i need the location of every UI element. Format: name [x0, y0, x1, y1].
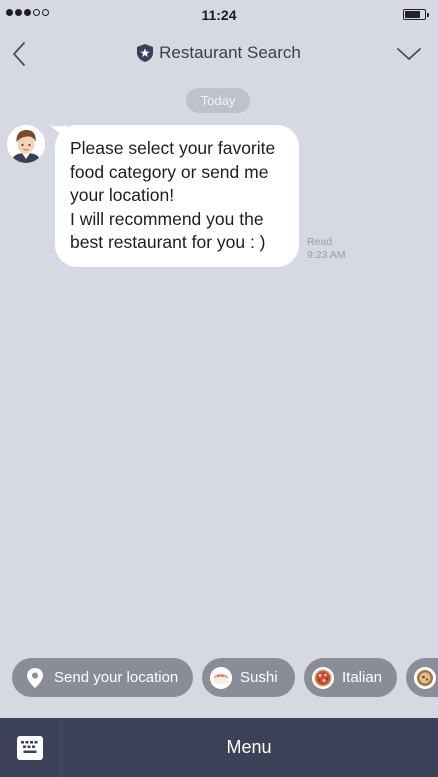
- status-bar: 11:24: [0, 0, 438, 30]
- quick-reply-bar: Send your location Sushi Italian: [0, 658, 438, 698]
- navigation-bar: Restaurant Search: [0, 30, 438, 78]
- menu-button[interactable]: Menu: [60, 718, 438, 777]
- chip-label: Sushi: [240, 669, 278, 686]
- message-time: 9:23 AM: [307, 249, 346, 261]
- italian-button[interactable]: Italian: [304, 658, 397, 697]
- message-status: Read 9:23 AM: [307, 236, 346, 262]
- date-separator: Today: [186, 88, 250, 113]
- location-pin-icon: [24, 667, 46, 689]
- read-label: Read: [307, 236, 333, 248]
- chip-label: Italian: [342, 669, 383, 686]
- shield-star-icon: [137, 44, 154, 62]
- chip-label: Send your location: [54, 669, 179, 686]
- sushi-button[interactable]: Sushi: [202, 658, 295, 697]
- bot-avatar-icon: [7, 125, 45, 163]
- battery-icon: [403, 9, 429, 20]
- bottom-bar: Menu: [0, 718, 438, 777]
- page-title: Restaurant Search: [0, 43, 438, 63]
- send-location-button[interactable]: Send your location: [12, 658, 193, 697]
- message-text: Please select your favorite food categor…: [70, 138, 276, 252]
- keyboard-icon: [17, 735, 43, 760]
- more-category-button[interactable]: [406, 658, 438, 697]
- chevron-down-icon: [397, 48, 421, 60]
- sushi-icon: [210, 666, 232, 689]
- avatar: [7, 125, 45, 163]
- food-icon: [414, 666, 436, 689]
- status-time: 11:24: [201, 7, 237, 23]
- bot-message-bubble: Please select your favorite food categor…: [55, 125, 299, 267]
- pizza-icon: [312, 666, 334, 689]
- dropdown-toggle-button[interactable]: [396, 44, 422, 64]
- keyboard-button[interactable]: [0, 718, 61, 777]
- page-title-text: Restaurant Search: [159, 43, 301, 62]
